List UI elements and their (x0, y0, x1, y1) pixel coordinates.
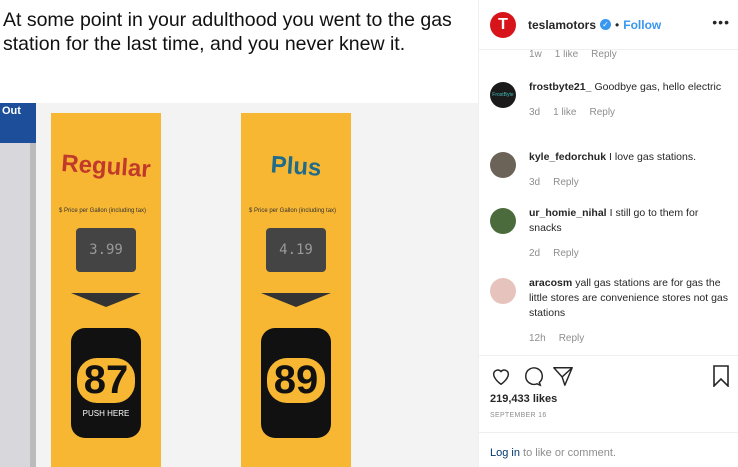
comment-username[interactable]: aracosm (529, 277, 572, 289)
grade-regular: Regular $ Price per Gallon (including ta… (51, 113, 161, 467)
price-display: 4.19 (266, 228, 326, 272)
grade-label: Plus (269, 151, 323, 182)
more-options-icon[interactable]: ••• (712, 14, 730, 30)
reply-button[interactable]: Reply (553, 248, 579, 259)
grade-label: Regular (60, 149, 152, 184)
price-display: 3.99 (76, 228, 136, 272)
share-icon[interactable] (552, 365, 574, 387)
octane-button: 89 (261, 328, 331, 438)
post-actions: 219,433 likes SEPTEMBER 16 (479, 355, 738, 419)
comment-meta: 1w 1 like Reply (529, 50, 617, 60)
gas-pump-photo: Regular $ Price per Gallon (including ta… (0, 103, 478, 467)
comment: aracosm yall gas stations are for gas the… (490, 276, 730, 346)
corner-sign: Out (0, 103, 36, 143)
arrow-icon (261, 293, 331, 307)
comment-username[interactable]: kyle_fedorchuk (529, 151, 606, 163)
comment-username[interactable]: ur_homie_nihal (529, 207, 607, 219)
like-count[interactable]: 219,433 likes (490, 393, 728, 405)
grade-plus: Plus $ Price per Gallon (including tax) … (241, 113, 351, 467)
comment-icon[interactable] (521, 365, 543, 387)
price-label: $ Price per Gallon (including tax) (59, 208, 147, 214)
comment: kyle_fedorchuk I love gas stations. 3d Rep… (490, 150, 730, 190)
comment-text: Goodbye gas, hello electric (594, 81, 722, 93)
separator: • (615, 17, 620, 32)
comment-meta: 2d Reply (529, 248, 579, 259)
username[interactable]: teslamotors (528, 18, 596, 32)
comment-text: I love gas stations. (609, 151, 697, 163)
verified-badge-icon: ✓ (600, 19, 612, 30)
post-date: SEPTEMBER 16 (490, 412, 547, 419)
comments-panel: T teslamotors ✓ • Follow ••• 1w 1 like Rep… (478, 0, 738, 467)
avatar[interactable] (490, 208, 516, 234)
follow-button[interactable]: Follow (623, 18, 661, 32)
comment: ur_homie_nihal I still go to them for sna… (490, 206, 730, 261)
reply-button[interactable]: Reply (559, 333, 585, 344)
comment-meta: 12h Reply (529, 333, 585, 344)
reply-button[interactable]: Reply (553, 177, 579, 188)
comment-meta: 3d 1 like Reply (529, 107, 616, 118)
reply-button[interactable]: Reply (589, 107, 615, 118)
pump-panel: Regular $ Price per Gallon (including ta… (30, 103, 478, 467)
login-link[interactable]: Log in (490, 447, 520, 459)
octane-button: 87 PUSH HERE (71, 328, 141, 438)
avatar[interactable] (490, 278, 516, 304)
comment: FrostByte frostbyte21_ Goodbye gas, hello… (490, 80, 730, 120)
avatar[interactable]: FrostByte (490, 82, 516, 108)
bookmark-icon[interactable] (711, 365, 731, 387)
login-prompt: Log in to like or comment. (479, 432, 738, 464)
post-image-panel: At some point in your adulthood you went… (0, 0, 478, 467)
arrow-icon (71, 293, 141, 307)
meme-caption: At some point in your adulthood you went… (3, 9, 452, 55)
comment-meta: 3d Reply (529, 177, 579, 188)
avatar[interactable]: T (490, 11, 516, 38)
post-header: T teslamotors ✓ • Follow ••• (479, 0, 738, 50)
comment-username[interactable]: frostbyte21_ (529, 81, 591, 93)
price-label: $ Price per Gallon (including tax) (249, 208, 337, 214)
comments-list[interactable]: 1w 1 like Reply FrostByte frostbyte21_ Good… (479, 50, 738, 355)
avatar[interactable] (490, 152, 516, 178)
heart-icon[interactable] (490, 365, 512, 387)
